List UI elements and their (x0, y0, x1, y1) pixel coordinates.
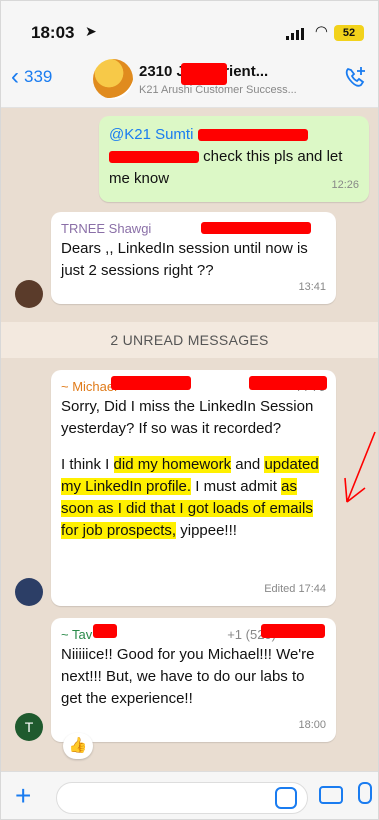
camera-icon[interactable] (319, 786, 343, 804)
highlight-run: did my homework (113, 456, 232, 473)
message-text: Sorry, Did I miss the LinkedIn Session y… (61, 398, 314, 437)
back-button[interactable]: ‹ 339 (11, 63, 53, 90)
message-bubble-outgoing[interactable]: @K21 Sumti check this pls and let me kno… (99, 116, 369, 202)
redaction-mark (197, 129, 308, 142)
message-time: 13:41 (298, 281, 326, 293)
message-time: 12:26 (331, 179, 359, 191)
chevron-left-icon: ‹ (11, 63, 19, 90)
text-run: I must admit (191, 478, 282, 495)
message-time: Edited 17:44 (264, 583, 326, 595)
redaction-mark (181, 63, 227, 85)
message-bubble-incoming[interactable]: TRNEE Shawgi Dears ,, LinkedIn session u… (51, 212, 336, 304)
chat-header: ‹ 339 2310 JOB Orient... K21 Arushi Cust… (1, 51, 378, 108)
signal-icon (286, 28, 304, 40)
message-bubble-incoming[interactable]: ~ Michael +44 79 Sorry, Did I miss the L… (51, 370, 336, 606)
mention[interactable]: @K21 Sumti (109, 126, 193, 143)
group-name[interactable]: 2310 JOB Orient... (139, 63, 329, 80)
sender-name[interactable]: ~ Tav (61, 627, 92, 642)
text-run: yippee!!! (176, 522, 237, 539)
redaction-mark (109, 151, 199, 164)
composer-bar: + (1, 771, 378, 819)
wifi-icon: ◠ (314, 23, 328, 40)
message-time: 18:00 (298, 719, 326, 731)
avatar[interactable] (15, 578, 43, 606)
text-run: I think I (61, 456, 114, 473)
chat-screen: 18:03 ➤ ◠ 52 ‹ 339 2310 JOB Orient... K2… (0, 0, 379, 820)
redaction-mark (261, 624, 325, 638)
group-avatar[interactable] (93, 59, 133, 99)
location-arrow-icon: ➤ (85, 23, 97, 39)
status-bar: 18:03 ➤ ◠ 52 (1, 1, 378, 51)
redaction-mark (93, 624, 117, 638)
sender-name[interactable]: ~ Michael (61, 379, 117, 394)
plus-icon[interactable]: + (15, 780, 31, 812)
avatar[interactable] (15, 280, 43, 308)
message-bubble-incoming[interactable]: ~ Tav +1 (520) Niiiiice!! Good for you M… (51, 618, 336, 742)
avatar[interactable]: T (15, 713, 43, 741)
message-input[interactable] (56, 782, 308, 814)
annotation-arrow-icon (344, 431, 376, 503)
message-text: Dears ,, LinkedIn session until now is j… (61, 240, 308, 279)
redaction-mark (201, 222, 311, 234)
group-subtitle[interactable]: K21 Arushi Customer Success... (139, 84, 329, 96)
battery-indicator: 52 (334, 25, 364, 41)
sticker-icon[interactable] (275, 787, 297, 809)
message-text: Niiiiice!! Good for you Michael!!! We're… (61, 646, 315, 707)
reaction-badge[interactable]: 👍 (63, 733, 93, 759)
unread-divider: 2 UNREAD MESSAGES (1, 322, 378, 358)
message-text-highlighted: I think I did my homework and updated my… (61, 454, 326, 542)
redaction-mark (249, 376, 327, 390)
microphone-icon[interactable] (358, 782, 372, 804)
add-call-icon[interactable] (342, 65, 368, 91)
text-run: and (231, 456, 265, 473)
unread-count: 339 (24, 67, 53, 86)
message-list[interactable]: @K21 Sumti check this pls and let me kno… (1, 108, 378, 771)
redaction-mark (111, 376, 191, 390)
clock: 18:03 (31, 23, 75, 42)
